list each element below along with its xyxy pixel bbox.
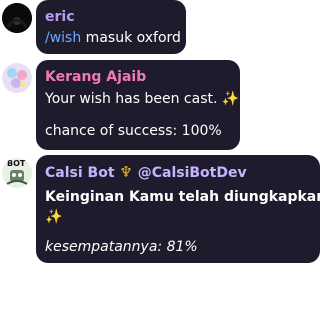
slash-command[interactable]: /wish bbox=[45, 30, 81, 46]
avatar-dark-icon[interactable] bbox=[2, 3, 32, 33]
message-bubble: eric /wish masuk oxford bbox=[36, 0, 186, 54]
author-name[interactable]: eric bbox=[45, 8, 177, 26]
avatar-pastel-icon[interactable] bbox=[2, 63, 32, 93]
avatar-bot-label: BOT bbox=[7, 159, 26, 168]
message-line-2: kesempatannya: 81% bbox=[45, 239, 198, 255]
author-handle[interactable]: @CalsiBotDev bbox=[138, 165, 247, 181]
sparkles-icon: ✨ bbox=[221, 91, 240, 107]
message-line-1: Your wish has been cast. bbox=[45, 91, 218, 107]
author-name[interactable]: Calsi Bot bbox=[45, 165, 115, 181]
trident-icon: ♆ bbox=[119, 163, 133, 181]
chat-log: eric /wish masuk oxford Kerang Ajaib You… bbox=[0, 0, 320, 314]
message-line-2: chance of success: 100% bbox=[45, 123, 222, 139]
message-body: masuk oxford bbox=[81, 30, 181, 46]
message-line-1: Keinginan Kamu telah diungkapkan. bbox=[45, 189, 320, 205]
message-bubble: Kerang Ajaib Your wish has been cast. ✨ … bbox=[36, 60, 240, 150]
message-line: Your wish has been cast. ✨ bbox=[45, 90, 239, 109]
message-text: /wish masuk oxford bbox=[45, 29, 181, 48]
avatar-bot-icon[interactable]: BOT bbox=[2, 158, 32, 188]
author-name[interactable]: Kerang Ajaib bbox=[45, 68, 231, 86]
author-row: Calsi Bot ♆ @CalsiBotDev bbox=[45, 163, 311, 182]
message-bubble: Calsi Bot ♆ @CalsiBotDev Keinginan Kamu … bbox=[36, 155, 320, 263]
sparkles-icon: ✨ bbox=[45, 209, 63, 225]
